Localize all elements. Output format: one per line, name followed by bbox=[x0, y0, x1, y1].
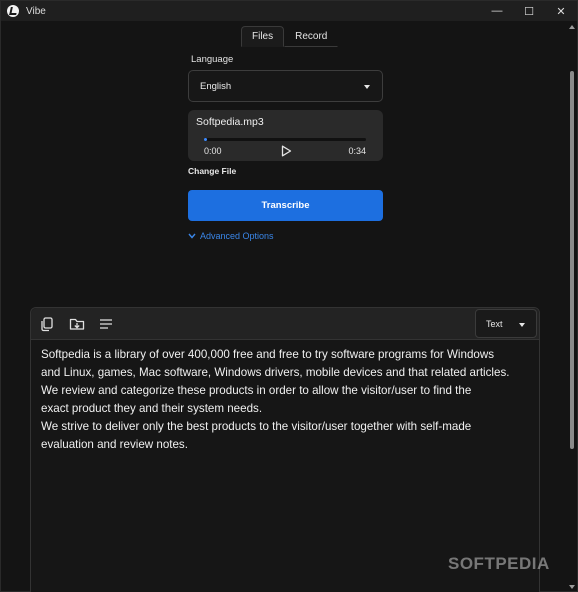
scroll-down-icon[interactable] bbox=[569, 585, 575, 589]
close-button[interactable]: ✕ bbox=[545, 1, 577, 21]
language-selected-value: English bbox=[200, 80, 232, 92]
list-icon[interactable] bbox=[98, 316, 114, 332]
format-selected-value: Text bbox=[486, 318, 503, 329]
transcript-line: We review and categorize these products … bbox=[41, 384, 472, 397]
app-window: Vibe — ☐ ✕ Files Record Language English… bbox=[0, 0, 578, 592]
tab-record[interactable]: Record bbox=[284, 26, 339, 47]
total-time: 0:34 bbox=[348, 146, 366, 156]
window-title: Vibe bbox=[26, 5, 46, 17]
scroll-up-icon[interactable] bbox=[569, 25, 575, 29]
copy-icon[interactable] bbox=[39, 316, 55, 332]
transcript-line: We strive to deliver only the best produ… bbox=[41, 420, 472, 433]
seek-bar-fill bbox=[204, 138, 208, 141]
chevron-down-icon bbox=[188, 233, 196, 239]
chevron-down-icon bbox=[364, 85, 370, 89]
chevron-down-icon bbox=[519, 323, 525, 327]
transcript-line: and Linux, games, Mac software, Windows … bbox=[41, 366, 510, 379]
transcript-line: evaluation and review notes. bbox=[41, 438, 188, 451]
seek-bar[interactable] bbox=[204, 138, 366, 141]
audio-player: Softpedia.mp3 0:00 0:34 bbox=[188, 110, 383, 161]
language-select[interactable]: English bbox=[188, 70, 383, 102]
advanced-options-toggle[interactable]: Advanced Options bbox=[188, 231, 274, 241]
vibe-logo-icon bbox=[7, 5, 19, 17]
transcript-line: Softpedia is a library of over 400,000 f… bbox=[41, 348, 495, 361]
transcript-text[interactable]: Softpedia is a library of over 400,000 f… bbox=[41, 346, 533, 454]
download-icon[interactable] bbox=[69, 316, 85, 332]
current-time: 0:00 bbox=[204, 146, 222, 156]
format-select[interactable]: Text bbox=[475, 309, 537, 338]
advanced-options-label: Advanced Options bbox=[200, 231, 274, 241]
play-icon[interactable] bbox=[280, 145, 292, 157]
softpedia-watermark: SOFTPEDIA bbox=[448, 554, 550, 573]
title-bar: Vibe — ☐ ✕ bbox=[1, 1, 577, 21]
transcribe-button[interactable]: Transcribe bbox=[188, 190, 383, 221]
window-controls: — ☐ ✕ bbox=[481, 1, 577, 21]
tab-files[interactable]: Files bbox=[241, 26, 285, 47]
scrollbar-thumb[interactable] bbox=[570, 71, 574, 449]
file-name: Softpedia.mp3 bbox=[196, 116, 264, 128]
maximize-button[interactable]: ☐ bbox=[513, 1, 545, 21]
change-file-link[interactable]: Change File bbox=[188, 166, 236, 176]
language-label: Language bbox=[191, 54, 234, 65]
transcript-panel: Text Softpedia is a library of over 400,… bbox=[30, 307, 540, 592]
window-scrollbar[interactable] bbox=[568, 23, 576, 592]
transcript-toolbar: Text bbox=[31, 308, 539, 340]
minimize-button[interactable]: — bbox=[481, 1, 513, 21]
transcript-line: exact product they and their system need… bbox=[41, 402, 263, 415]
mode-tabs: Files Record bbox=[241, 26, 339, 47]
